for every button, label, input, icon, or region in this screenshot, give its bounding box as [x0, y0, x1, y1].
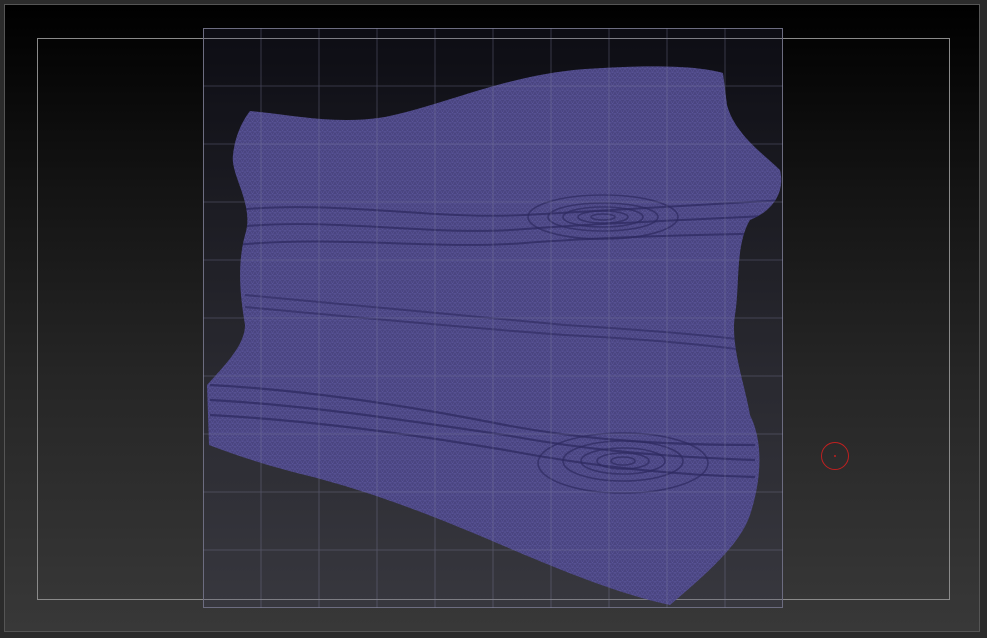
brush-cursor-icon: [821, 442, 849, 470]
canvas-viewport[interactable]: [4, 4, 980, 632]
mesh-surface[interactable]: [195, 55, 795, 625]
mesh-svg[interactable]: [5, 5, 980, 632]
